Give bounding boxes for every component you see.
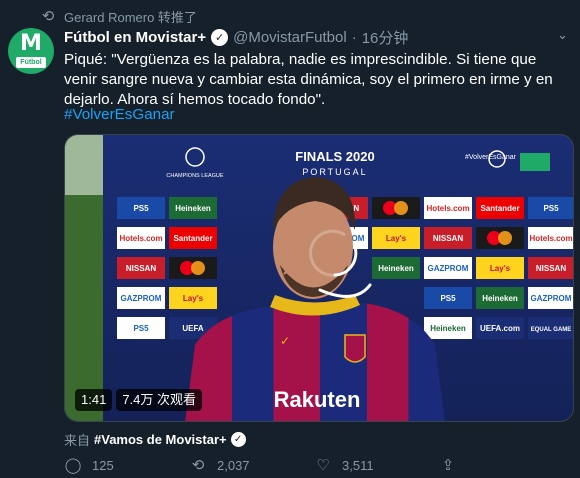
verified-badge-icon: ✓ — [230, 432, 246, 447]
tweet-header: Fútbol en Movistar+ ✓ @MovistarFutbol · … — [64, 27, 408, 47]
separator-dot: · — [351, 28, 357, 46]
video-player[interactable]: FINALS 2020 PORTUGAL #VolverEsGanar CHAM… — [64, 134, 574, 422]
video-overlay: 1:41 7.4万 次观看 — [75, 389, 202, 411]
video-duration: 1:41 — [75, 389, 113, 411]
reply-count: 125 — [92, 457, 114, 473]
backdrop-subtitle: PORTUGAL — [302, 167, 367, 177]
svg-text:✓: ✓ — [280, 334, 290, 348]
retweet-icon: ⟲ — [41, 8, 55, 25]
hashtag-link[interactable]: #VolverEsGanar — [64, 105, 175, 125]
author-display-name[interactable]: Fútbol en Movistar+ — [64, 29, 206, 46]
svg-text:Hotels.com: Hotels.com — [426, 204, 469, 213]
video-view-count: 7.4万 次观看 — [116, 389, 202, 411]
svg-text:GAZPROM: GAZPROM — [121, 294, 162, 303]
svg-text:PS5: PS5 — [133, 324, 149, 333]
svg-text:UEFA.com: UEFA.com — [480, 324, 520, 333]
svg-text:GAZPROM: GAZPROM — [428, 264, 469, 273]
svg-text:UEFA: UEFA — [182, 324, 204, 333]
svg-text:Lay's: Lay's — [490, 264, 511, 273]
svg-text:Santander: Santander — [173, 234, 212, 243]
svg-text:Heineken: Heineken — [430, 324, 466, 333]
backdrop-title: FINALS 2020 — [295, 149, 374, 164]
svg-text:Heineken: Heineken — [378, 264, 414, 273]
svg-text:NISSAN: NISSAN — [536, 264, 566, 273]
svg-text:PS5: PS5 — [440, 294, 456, 303]
svg-text:PS5: PS5 — [133, 204, 149, 213]
shirt-sponsor-text: Rakuten — [274, 387, 361, 412]
avatar[interactable]: M Fútbol — [8, 28, 54, 74]
source-name-link[interactable]: #Vamos de Movistar+ — [94, 432, 227, 447]
like-button[interactable]: ♡ 3,511 — [314, 456, 439, 474]
ucl-label: CHAMPIONS LEAGUE — [166, 173, 223, 179]
svg-text:Heineken: Heineken — [175, 204, 211, 213]
svg-text:Hotels.com: Hotels.com — [529, 234, 572, 243]
reply-icon: ◯ — [64, 457, 82, 474]
svg-text:GAZPROM: GAZPROM — [531, 294, 572, 303]
tweet-source: 来自 #Vamos de Movistar+ ✓ — [64, 430, 246, 449]
source-prefix: 来自 — [64, 433, 91, 448]
svg-text:NISSAN: NISSAN — [433, 234, 463, 243]
reply-button[interactable]: ◯ 125 — [64, 456, 189, 474]
retweet-context[interactable]: ⟲ Gerard Romero 转推了 — [40, 7, 197, 25]
avatar-logo-tag: Fútbol — [16, 57, 46, 68]
more-options-chevron-icon[interactable]: ⌄ — [557, 27, 568, 43]
svg-text:Lay's: Lay's — [183, 294, 204, 303]
tweet-timestamp[interactable]: 16分钟 — [362, 27, 409, 48]
retweet-context-text: Gerard Romero 转推了 — [64, 9, 197, 25]
retweet-icon: ⟲ — [191, 457, 205, 474]
heart-icon: ♡ — [316, 457, 330, 474]
share-icon: ⇪ — [441, 457, 455, 474]
author-handle[interactable]: @MovistarFutbol — [233, 29, 347, 46]
share-button[interactable]: ⇪ — [439, 456, 564, 474]
like-count: 3,511 — [342, 457, 374, 473]
avatar-logo-letter: M — [20, 31, 42, 56]
tweet-actions: ◯ 125 ⟲ 2,037 ♡ 3,511 ⇪ — [64, 456, 564, 474]
svg-text:EQUAL GAME: EQUAL GAME — [531, 327, 572, 333]
tweet-text: Piqué: "Vergüenza es la palabra, nadie e… — [64, 51, 553, 108]
retweet-button[interactable]: ⟲ 2,037 — [189, 456, 314, 474]
svg-text:PS5: PS5 — [543, 204, 559, 213]
verified-badge-icon: ✓ — [211, 28, 229, 46]
svg-text:Lay's: Lay's — [386, 234, 407, 243]
svg-text:Santander: Santander — [480, 204, 519, 213]
svg-text:Heineken: Heineken — [482, 294, 518, 303]
retweet-count: 2,037 — [217, 457, 250, 473]
svg-text:NISSAN: NISSAN — [126, 264, 156, 273]
svg-text:Hotels.com: Hotels.com — [119, 234, 162, 243]
video-frame: FINALS 2020 PORTUGAL #VolverEsGanar CHAM… — [65, 135, 573, 421]
